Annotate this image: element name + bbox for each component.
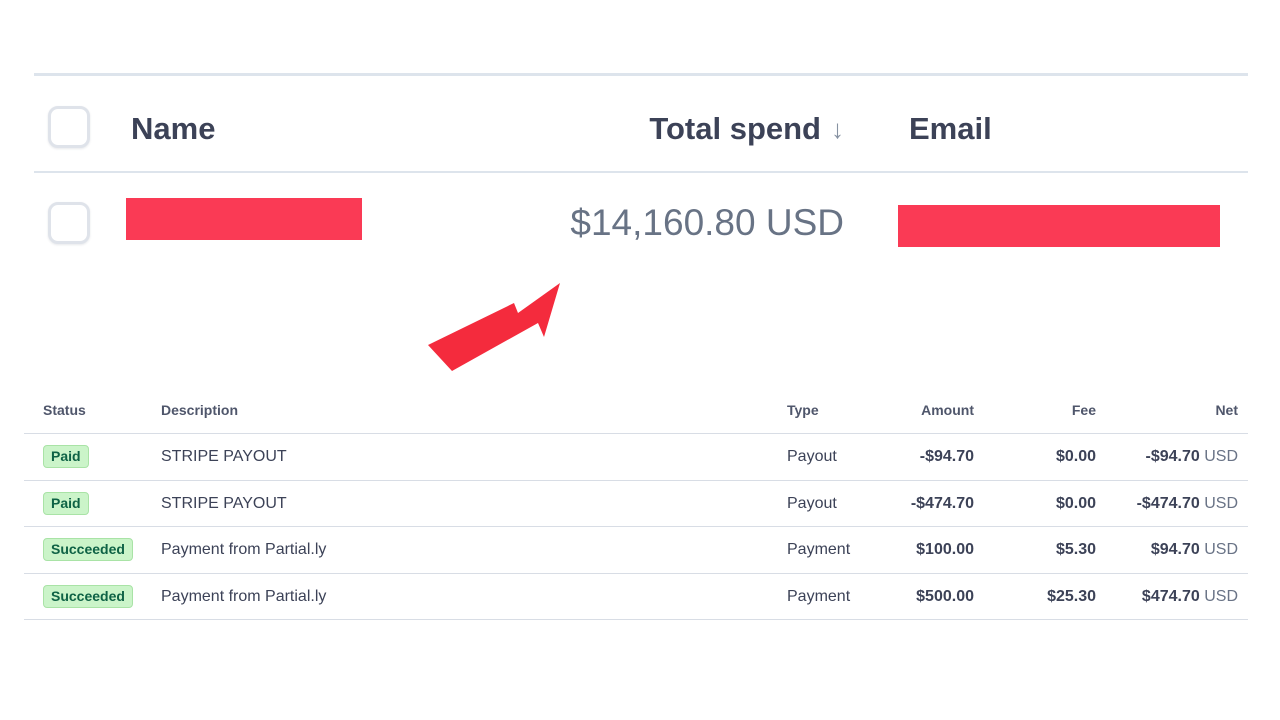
net-value: $94.70 [1150, 541, 1200, 558]
column-header-amount[interactable]: Amount [921, 402, 974, 418]
table-row[interactable]: Paid STRIPE PAYOUT Payout -$94.70 $0.00 … [24, 434, 1248, 481]
net-value: -$94.70 [1145, 448, 1200, 465]
column-header-email[interactable]: Email [909, 111, 992, 147]
type-cell: Payment [787, 587, 851, 605]
column-header-total-spend-label: Total spend [649, 111, 821, 146]
redacted-email-block [898, 205, 1220, 247]
column-header-type[interactable]: Type [787, 402, 819, 418]
net-cell: $474.70 USD [1142, 588, 1238, 606]
customer-total-spend: $14,160.80 USD [570, 202, 844, 243]
net-currency: USD [1204, 587, 1238, 605]
column-header-name[interactable]: Name [131, 111, 215, 147]
customer-table-header: Name Total spend ↓ Email [34, 73, 1248, 173]
row-checkbox[interactable] [48, 202, 90, 244]
amount-cell: $500.00 [916, 587, 974, 605]
description-cell: Payment from Partial.ly [161, 587, 327, 605]
red-pointer-arrow-icon [428, 283, 560, 371]
net-cell: $94.70 USD [1151, 541, 1238, 559]
description-cell: Payment from Partial.ly [161, 541, 327, 558]
redacted-name-block [126, 198, 362, 240]
status-badge: Paid [43, 491, 89, 515]
table-row[interactable]: Succeeded Payment from Partial.ly Paymen… [24, 574, 1248, 620]
fee-cell: $0.00 [1055, 448, 1096, 465]
table-row[interactable]: Paid STRIPE PAYOUT Payout -$474.70 $0.00… [24, 481, 1248, 527]
column-header-status[interactable]: Status [43, 402, 86, 418]
balance-transactions-table: Status Description Type Amount Fee Net P… [24, 396, 1248, 620]
status-cell: Paid [43, 491, 89, 515]
net-currency: USD [1204, 494, 1238, 512]
net-value: -$474.70 [1136, 494, 1200, 512]
fee-cell: $5.30 [1055, 541, 1096, 558]
net-value: $474.70 [1141, 587, 1200, 605]
select-all-checkbox[interactable] [48, 106, 90, 148]
table-row[interactable]: Succeeded Payment from Partial.ly Paymen… [24, 527, 1248, 574]
column-header-description[interactable]: Description [161, 402, 238, 418]
status-cell: Succeeded [43, 538, 133, 561]
amount-cell: -$94.70 [919, 448, 974, 465]
status-badge: Paid [43, 445, 89, 468]
customer-row[interactable]: $14,160.80 USD [34, 173, 1248, 273]
fee-cell: $0.00 [1055, 494, 1096, 512]
status-badge: Succeeded [43, 584, 133, 608]
column-header-net[interactable]: Net [1215, 402, 1238, 418]
net-cell: -$94.70 USD [1146, 448, 1239, 466]
type-cell: Payment [787, 541, 851, 558]
amount-cell: $100.00 [916, 541, 974, 558]
description-cell: STRIPE PAYOUT [161, 448, 287, 465]
net-cell: -$474.70 USD [1137, 495, 1238, 513]
status-cell: Paid [43, 445, 89, 468]
fee-cell: $25.30 [1047, 587, 1096, 605]
balance-table-header: Status Description Type Amount Fee Net [24, 396, 1248, 434]
status-badge: Succeeded [43, 538, 133, 561]
net-currency: USD [1204, 541, 1238, 558]
amount-cell: -$474.70 [910, 494, 974, 512]
column-header-total-spend[interactable]: Total spend ↓ [649, 111, 844, 147]
net-currency: USD [1204, 448, 1238, 465]
sort-descending-icon: ↓ [831, 113, 844, 144]
type-cell: Payout [787, 494, 837, 512]
status-cell: Succeeded [43, 584, 133, 608]
description-cell: STRIPE PAYOUT [161, 494, 287, 512]
type-cell: Payout [787, 448, 837, 465]
column-header-fee[interactable]: Fee [1072, 402, 1096, 418]
